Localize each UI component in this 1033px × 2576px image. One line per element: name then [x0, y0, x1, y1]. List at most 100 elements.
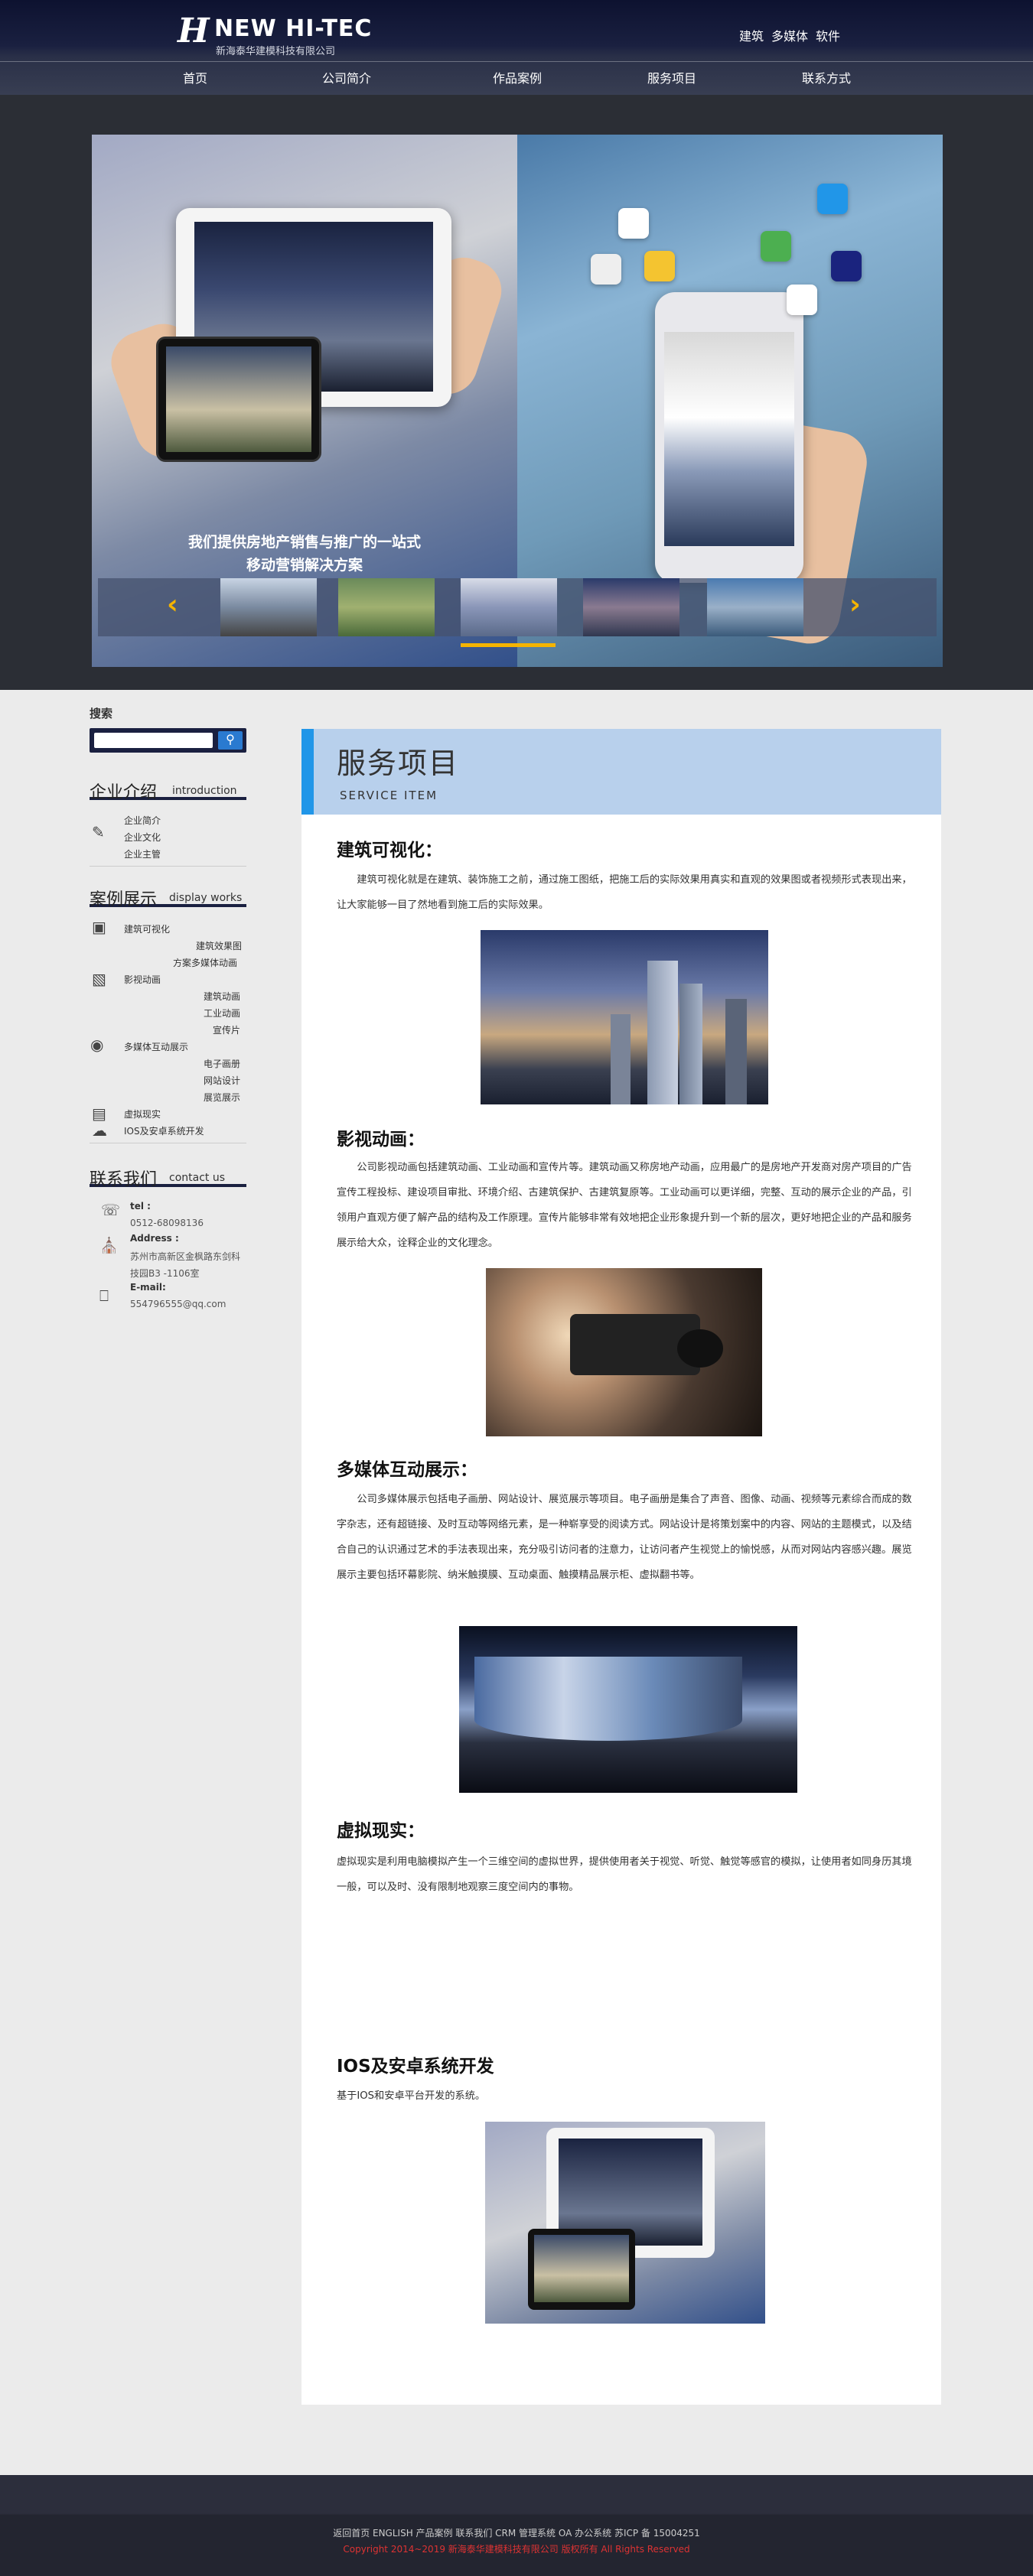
main-nav: 首页 公司简介 作品案例 服务项目 联系方式: [0, 61, 1033, 92]
thumbnail[interactable]: [707, 578, 803, 636]
email-label: E-mail:: [130, 1282, 166, 1293]
search-icon: ⚲: [226, 732, 235, 746]
cases-section-header: 案例展示 display works: [90, 886, 246, 909]
section-text-film-animation: 公司影视动画包括建筑动画、工业动画和宣传片等。建筑动画又称房地产动画，应用最广的…: [337, 1162, 912, 1249]
film-icon: ▧: [92, 970, 106, 988]
intro-section-header: 企业介绍 introduction: [90, 779, 246, 802]
nav-works[interactable]: 作品案例: [493, 68, 542, 86]
toplink-multimedia[interactable]: 多媒体: [771, 26, 808, 44]
section-text-ios-android: 基于IOS和安卓平台开发的系统。: [337, 2090, 486, 2102]
thumbnail-strip: ‹ ›: [98, 578, 937, 636]
contact-section-header: 联系我们 contact us: [90, 1166, 246, 1189]
arch-visual-image: [481, 930, 768, 1104]
sidebar-item-multimedia[interactable]: 多媒体互动展示: [124, 1040, 188, 1053]
phone-icon: ☏: [101, 1201, 121, 1219]
nav-services[interactable]: 服务项目: [647, 68, 696, 86]
toplink-software[interactable]: 软件: [816, 26, 840, 44]
thumbnail-active[interactable]: [461, 578, 557, 636]
sidebar-item-web-design[interactable]: 网站设计: [204, 1074, 240, 1087]
page-subtitle: SERVICE ITEM: [340, 789, 438, 802]
camera-icon: ◉: [90, 1036, 104, 1054]
logo-subtitle: 新海泰华建模科技有限公司: [216, 46, 336, 57]
address-line-1: 苏州市高新区金枫路东剑科: [130, 1251, 241, 1262]
tel-value: 0512-68098136: [130, 1218, 204, 1228]
contact-title-en: contact us: [169, 1172, 226, 1184]
cases-title-cn: 案例展示: [90, 890, 158, 909]
logo[interactable]: H NEW HI-TEC 新海泰华建模科技有限公司: [178, 11, 371, 58]
sidebar-item-film-animation[interactable]: 影视动画: [124, 973, 161, 986]
app-icon: [787, 285, 817, 315]
logo-brand: NEW HI-TEC: [214, 15, 373, 42]
thumbnail[interactable]: [583, 578, 679, 636]
search-button[interactable]: ⚲: [218, 731, 243, 750]
site-header: H NEW HI-TEC 新海泰华建模科技有限公司 建筑 多媒体 软件 首页 公…: [0, 0, 1033, 95]
bank-icon: ⛪: [99, 1236, 119, 1254]
app-icon: [831, 251, 862, 281]
pencil-icon: ✎: [92, 823, 105, 841]
section-heading-arch-visual: 建筑可视化：: [337, 841, 442, 860]
section-heading-film-animation: 影视动画：: [337, 1130, 425, 1150]
sidebar-item-arch-render[interactable]: 建筑效果图: [196, 939, 242, 952]
cloud-icon: ☁: [92, 1121, 107, 1140]
computer-icon: ⎕: [99, 1286, 109, 1305]
divider: [90, 866, 246, 867]
vr-icon: ▤: [92, 1104, 106, 1123]
multimedia-theater-image: [459, 1626, 797, 1793]
slogan-line-1: 我们提供房地产销售与推广的一站式: [187, 534, 421, 551]
sidebar-item-company-culture[interactable]: 企业文化: [124, 831, 161, 844]
nav-home[interactable]: 首页: [183, 68, 207, 86]
thumbnail[interactable]: [338, 578, 435, 636]
footer-links[interactable]: 返回首页 ENGLISH 产品案例 联系我们 CRM 管理系统 OA 办公系统 …: [0, 2526, 1033, 2539]
footer-copyright: Copyright 2014~2019 新海泰华建模科技有限公司 版权所有 Al…: [343, 2544, 690, 2555]
ios-android-image: [485, 2122, 765, 2324]
sidebar-item-arch-animation[interactable]: 建筑动画: [204, 990, 240, 1003]
sidebar-item-vr[interactable]: 虚拟现实: [124, 1107, 161, 1120]
search-input[interactable]: [94, 733, 213, 748]
app-icon: [591, 254, 621, 285]
service-header: 服务项目 SERVICE ITEM: [301, 729, 941, 815]
app-icon: [618, 208, 649, 239]
sidebar-item-promo-film[interactable]: 宣传片: [213, 1023, 240, 1036]
thumbnail[interactable]: [220, 578, 317, 636]
section-heading-vr: 虚拟现实：: [337, 1821, 425, 1841]
intro-title-en: introduction: [172, 785, 237, 797]
sidebar-item-company-leaders[interactable]: 企业主管: [124, 847, 161, 860]
site-footer: 返回首页 ENGLISH 产品案例 联系我们 CRM 管理系统 OA 办公系统 …: [0, 2475, 1033, 2576]
top-links: 建筑 多媒体 软件: [739, 26, 840, 44]
nav-contact[interactable]: 联系方式: [802, 68, 851, 86]
cases-title-en: display works: [169, 892, 243, 904]
intro-title-cn: 企业介绍: [90, 783, 158, 802]
section-heading-ios-android: IOS及安卓系统开发: [337, 2057, 494, 2077]
sidebar-item-industrial-animation[interactable]: 工业动画: [204, 1007, 240, 1020]
banner-slide: 我们提供房地产销售与推广的一站式 移动营销解决方案 ‹ ›: [92, 135, 943, 667]
sidebar-item-scheme-animation[interactable]: 方案多媒体动画: [173, 956, 237, 969]
section-text-arch-visual: 建筑可视化就是在建筑、装饰施工之前，通过施工图纸，把施工后的实际效果用真实和直观…: [337, 874, 912, 911]
sidebar-item-ebook[interactable]: 电子画册: [204, 1057, 240, 1070]
toplink-architecture[interactable]: 建筑: [739, 26, 764, 44]
page-title: 服务项目: [337, 746, 460, 780]
address-line-2: 技园B3 -1106室: [130, 1268, 200, 1279]
contact-title-cn: 联系我们: [90, 1170, 158, 1189]
video-camera-image: [486, 1268, 762, 1436]
tel-label: tel :: [130, 1201, 151, 1212]
app-icon: [761, 231, 791, 262]
active-thumb-indicator: [461, 643, 556, 647]
sidebar-item-arch-visual[interactable]: 建筑可视化: [124, 922, 170, 935]
logo-mark: H: [178, 11, 210, 50]
app-icon: [817, 184, 848, 214]
slogan-line-2: 移动营销解决方案: [246, 557, 363, 574]
sidebar-item-company-profile[interactable]: 企业简介: [124, 814, 161, 827]
email-value[interactable]: 554796555@qq.com: [130, 1299, 226, 1309]
banner-slogan: 我们提供房地产销售与推广的一站式 移动营销解决方案: [92, 531, 517, 577]
section-text-vr: 虚拟现实是利用电脑模拟产生一个三维空间的虚拟世界，提供使用者关于视觉、听觉、触觉…: [337, 1856, 912, 1893]
sidebar-item-exhibition[interactable]: 展览展示: [204, 1091, 240, 1104]
section-heading-multimedia: 多媒体互动展示：: [337, 1460, 477, 1480]
phone-image: [655, 292, 803, 583]
search-title: 搜索: [90, 707, 113, 720]
nav-about[interactable]: 公司简介: [322, 68, 371, 86]
prev-arrow-icon[interactable]: ‹: [167, 589, 178, 620]
search-box: ⚲: [90, 728, 246, 753]
building-icon: ▣: [92, 918, 106, 936]
next-arrow-icon[interactable]: ›: [849, 589, 861, 620]
sidebar-item-ios-android[interactable]: IOS及安卓系统开发: [124, 1124, 204, 1137]
